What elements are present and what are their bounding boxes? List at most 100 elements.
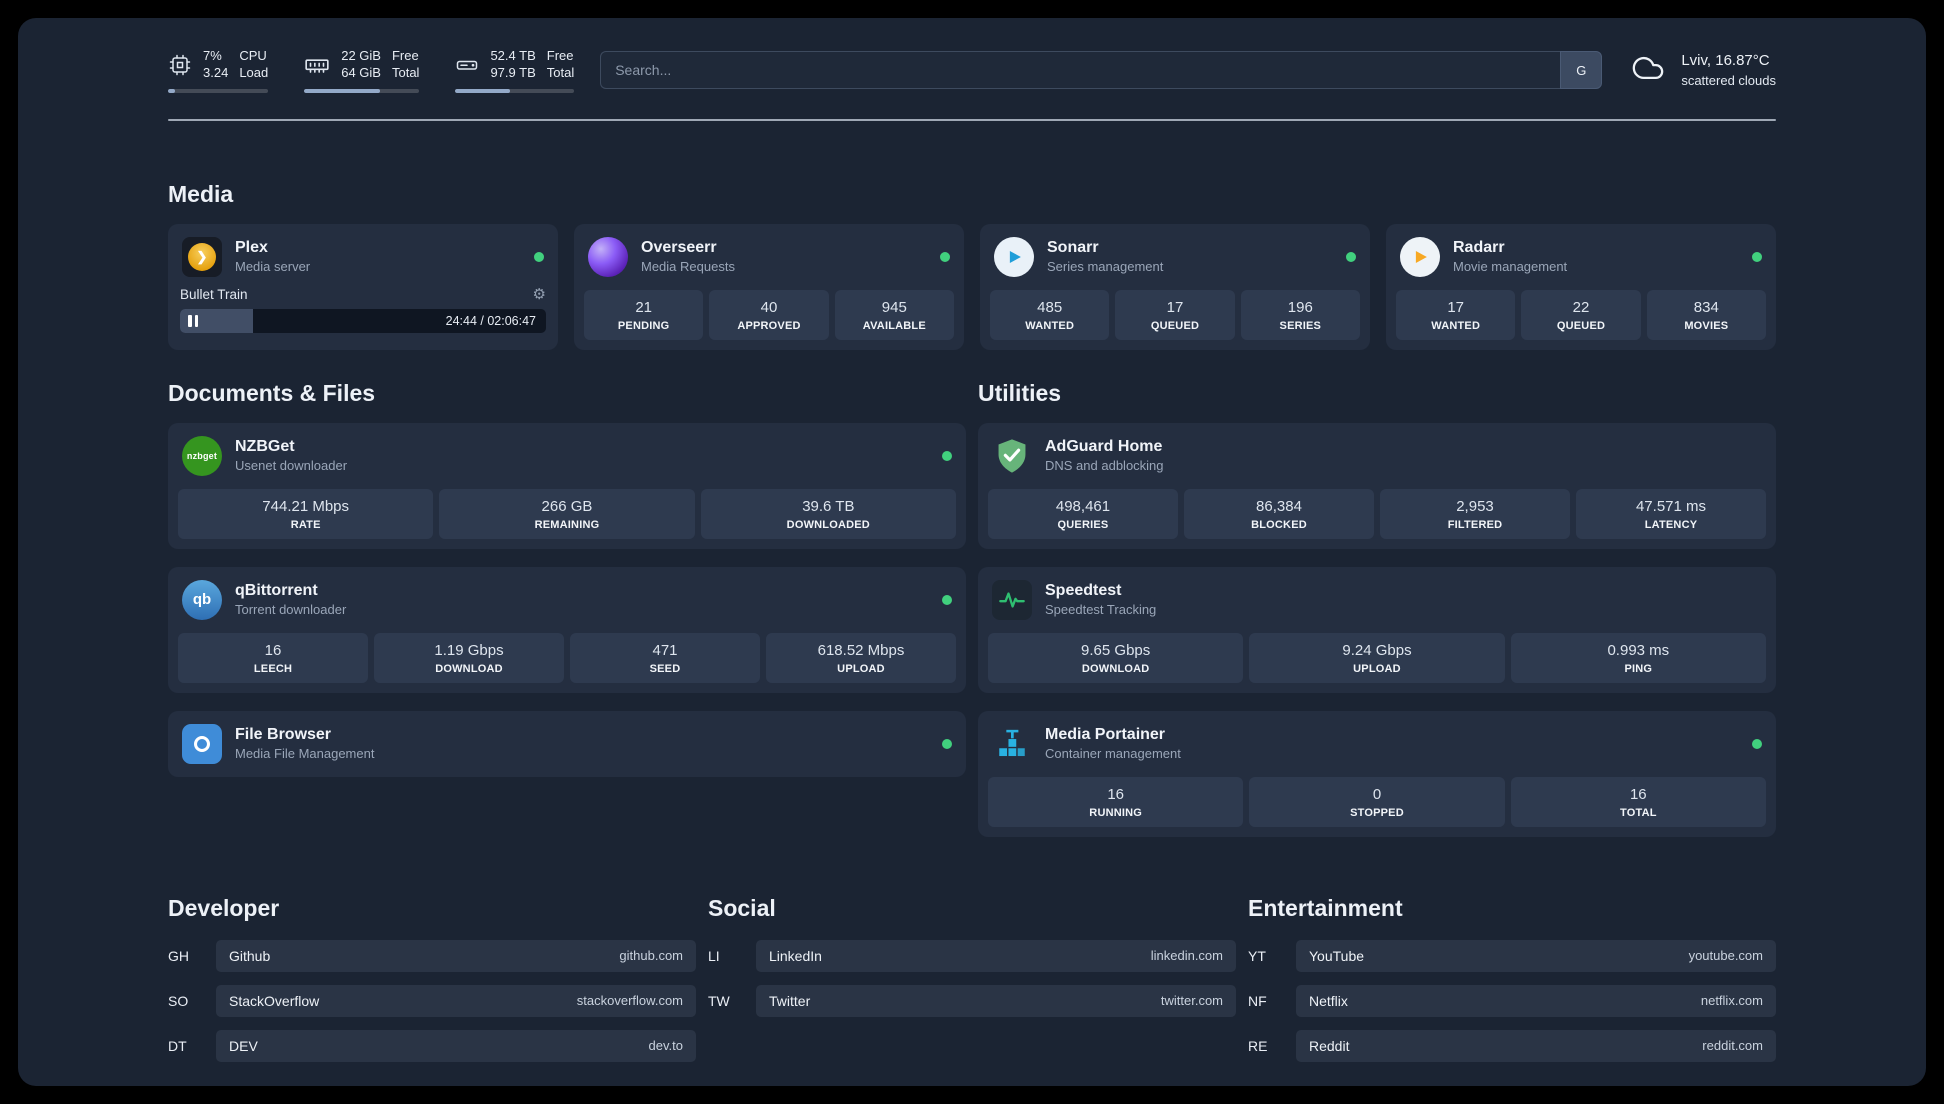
stat-tile-upload: 9.24 Gbps UPLOAD (1249, 632, 1505, 683)
qbittorrent-icon: qb (182, 579, 222, 620)
section-title-media: Media (168, 180, 234, 207)
memory-total-label: Total (391, 64, 420, 80)
cpu-label: CPU (239, 48, 267, 63)
section-title-social: Social (708, 894, 776, 921)
status-dot-online (1346, 251, 1356, 262)
bookmark-abbr: GH (168, 947, 189, 964)
bookmark-link-github[interactable]: Github github.com (216, 939, 696, 972)
bookmark-row: LI LinkedIn linkedin.com (708, 939, 1236, 972)
disk-free-label: Free (546, 48, 574, 63)
section-documents: Documents & Files nzbget NZBGet Usenet d… (168, 380, 966, 777)
weather-location: Lviv, 16.87°C (1681, 52, 1770, 70)
stat-tile-queued: 22 QUEUED (1521, 289, 1641, 340)
app-card-plex[interactable]: ❯ Plex Media server Bullet Train ⚙ 24:44… (168, 223, 558, 350)
section-title-utilities: Utilities (978, 379, 1062, 406)
stat-tile-download: 9.65 Gbps DOWNLOAD (988, 632, 1244, 683)
search-bar: G (600, 51, 1603, 90)
bookmark-group-developer: Developer GH Github github.com SO StackO… (168, 895, 696, 1075)
bookmark-abbr: SO (168, 992, 189, 1009)
status-dot-online (942, 738, 952, 749)
section-title-developer: Developer (168, 894, 280, 921)
sonarr-icon (994, 236, 1034, 277)
plex-icon: ❯ (182, 236, 222, 277)
app-card-nzbget[interactable]: nzbget NZBGet Usenet downloader 744.21 M… (168, 422, 966, 549)
bookmark-link-twitter[interactable]: Twitter twitter.com (756, 984, 1236, 1017)
app-name: Overseerr (641, 239, 717, 257)
memory-total-value: 64 GiB (341, 64, 381, 80)
stat-tile-downloaded: 39.6 TB DOWNLOADED (700, 488, 956, 539)
playback-time: 24:44 / 02:06:47 (445, 313, 536, 328)
bookmark-link-linkedin[interactable]: LinkedIn linkedin.com (756, 939, 1236, 972)
bookmark-row: TW Twitter twitter.com (708, 984, 1236, 1017)
player-settings-gear-icon[interactable]: ⚙ (533, 287, 546, 302)
bookmark-row: SO StackOverflow stackoverflow.com (168, 984, 696, 1017)
app-description: Container management (1045, 746, 1181, 762)
app-card-filebrowser[interactable]: File Browser Media File Management (168, 710, 966, 777)
stat-tile-rate: 744.21 Mbps RATE (178, 488, 434, 539)
playback-progress-bar[interactable]: 24:44 / 02:06:47 (180, 308, 546, 333)
section-title-documents: Documents & Files (168, 379, 376, 406)
app-card-speedtest[interactable]: Speedtest Speedtest Tracking 9.65 Gbps D… (978, 566, 1776, 693)
stat-tile-leech: 16 LEECH (178, 632, 368, 683)
bookmark-link-stackoverflow[interactable]: StackOverflow stackoverflow.com (216, 984, 696, 1017)
bookmark-row: NF Netflix netflix.com (1248, 984, 1776, 1017)
header-divider (168, 118, 1776, 121)
top-bar: 7% 3.24 CPU Load 22 GiB 64 GiB Free Tota… (168, 18, 1776, 93)
nzbget-icon: nzbget (182, 435, 222, 476)
stat-tile-download: 1.19 Gbps DOWNLOAD (374, 632, 564, 683)
radarr-icon (1400, 236, 1440, 277)
section-title-entertainment: Entertainment (1248, 894, 1403, 921)
app-name: Media Portainer (1045, 726, 1166, 744)
filebrowser-icon (182, 723, 222, 764)
cpu-widget: 7% 3.24 CPU Load (168, 48, 269, 93)
disk-usage-bar-fill (455, 88, 511, 93)
app-description: Movie management (1453, 259, 1568, 275)
cpu-usage-bar (168, 88, 269, 93)
app-card-radarr[interactable]: Radarr Movie management 17 WANTED 22 QUE… (1386, 223, 1776, 350)
bookmark-link-dev[interactable]: DEV dev.to (216, 1029, 696, 1062)
status-dot-online (940, 251, 950, 262)
stat-tile-remaining: 266 GB REMAINING (439, 488, 695, 539)
app-name: Speedtest (1045, 582, 1122, 600)
bookmark-link-netflix[interactable]: Netflix netflix.com (1296, 984, 1776, 1017)
bookmark-row: YT YouTube youtube.com (1248, 939, 1776, 972)
app-name: NZBGet (235, 438, 295, 456)
bookmark-abbr: NF (1248, 992, 1267, 1009)
pause-button[interactable] (188, 314, 198, 327)
stat-tile-filtered: 2,953 FILTERED (1380, 488, 1570, 539)
app-card-adguard[interactable]: AdGuard Home DNS and adblocking 498,461 … (978, 422, 1776, 549)
bookmark-link-youtube[interactable]: YouTube youtube.com (1296, 939, 1776, 972)
app-card-qbittorrent[interactable]: qb qBittorrent Torrent downloader 16 LEE… (168, 566, 966, 693)
speedtest-pulse-icon (992, 579, 1032, 620)
disk-total-value: 97.9 TB (490, 64, 536, 80)
portainer-crane-icon (992, 724, 1032, 764)
weather-widget: Lviv, 16.87°C scattered clouds (1628, 51, 1776, 90)
bookmarks-section: Developer GH Github github.com SO StackO… (168, 895, 1776, 1075)
app-name: qBittorrent (235, 582, 318, 600)
app-description: DNS and adblocking (1045, 458, 1164, 474)
system-stats: 7% 3.24 CPU Load 22 GiB 64 GiB Free Tota… (168, 48, 575, 93)
app-card-sonarr[interactable]: Sonarr Series management 485 WANTED 17 Q… (980, 223, 1370, 350)
stat-tile-upload: 618.52 Mbps UPLOAD (766, 632, 956, 683)
memory-usage-bar-fill (304, 88, 381, 93)
status-dot-online (942, 450, 952, 461)
status-dot-online (1752, 738, 1762, 749)
cpu-chip-icon (168, 53, 192, 77)
memory-free-value: 22 GiB (341, 48, 381, 63)
stat-tile-stopped: 0 STOPPED (1249, 776, 1505, 827)
weather-condition: scattered clouds (1681, 72, 1776, 88)
bookmark-abbr: LI (708, 947, 720, 964)
memory-usage-bar (304, 88, 420, 93)
stat-tile-approved: 40 APPROVED (709, 289, 829, 340)
app-description: Media Requests (641, 259, 735, 275)
bookmark-abbr: RE (1248, 1037, 1268, 1054)
bookmark-link-reddit[interactable]: Reddit reddit.com (1296, 1029, 1776, 1062)
search-input[interactable] (600, 51, 1561, 90)
cpu-load-label: Load (239, 64, 269, 80)
app-card-portainer[interactable]: Media Portainer Container management 16 … (978, 710, 1776, 837)
stat-tile-ping: 0.993 ms PING (1510, 632, 1766, 683)
memory-widget: 22 GiB 64 GiB Free Total (304, 48, 420, 93)
app-card-overseerr[interactable]: Overseerr Media Requests 21 PENDING 40 A… (574, 223, 964, 350)
search-engine-button[interactable]: G (1560, 51, 1603, 90)
bookmark-abbr: TW (708, 992, 730, 1009)
